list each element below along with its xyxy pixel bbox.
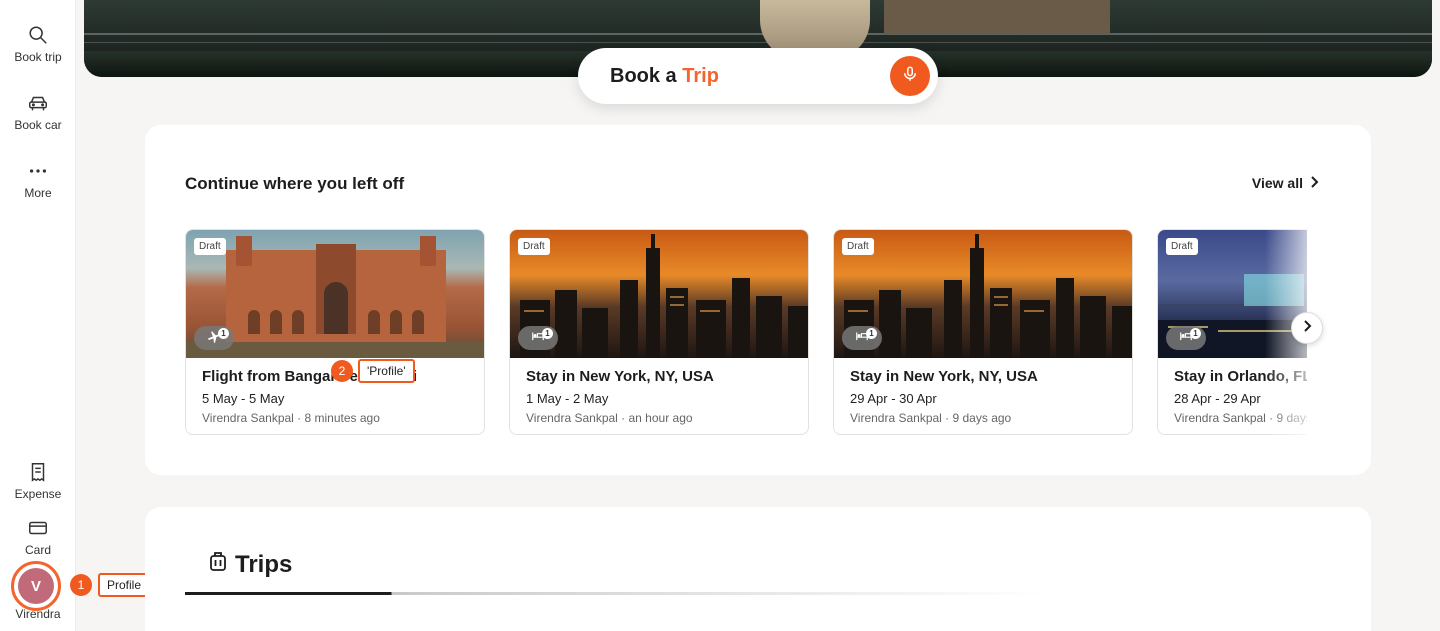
item-count: 1 [542, 328, 553, 339]
card-icon [27, 517, 49, 539]
sidebar: Book trip Book car More Expense Card V V… [0, 0, 76, 631]
sidebar-item-label: Book trip [14, 50, 62, 64]
sidebar-item-card[interactable]: Card [0, 517, 76, 557]
item-count: 1 [866, 328, 877, 339]
continue-panel: Continue where you left off View all Dra… [145, 125, 1371, 475]
carousel-next-button[interactable] [1291, 312, 1323, 344]
car-icon [27, 92, 49, 114]
trip-type-pill: 1 [1166, 326, 1206, 350]
sidebar-item-label: Expense [14, 487, 62, 501]
annotation-tooltip-1: Profile [98, 573, 151, 597]
draft-badge: Draft [842, 238, 874, 255]
more-icon [27, 160, 49, 182]
book-trip-bar[interactable]: Book a Trip [578, 48, 938, 104]
trips-title: Trips [235, 550, 293, 578]
search-icon [27, 24, 49, 46]
sidebar-item-book-trip[interactable]: Book trip [0, 24, 76, 64]
card-image: Draft 1 [510, 230, 808, 358]
card-meta: Virendra Sankpal · 9 days ago [850, 411, 1012, 425]
draft-card[interactable]: Draft 1 Stay in New York, NY, USA 1 May … [509, 229, 809, 435]
book-trip-label: Book a Trip [610, 65, 719, 88]
annotation-marker-1: 1 [70, 574, 92, 596]
view-all-label: View all [1251, 175, 1303, 191]
draft-card[interactable]: Draft 1 Stay in New York, NY, USA 29 Apr… [833, 229, 1133, 435]
card-meta: Virendra Sankpal · 8 minutes ago [202, 411, 380, 425]
card-dates: 28 Apr - 29 Apr [1174, 391, 1261, 406]
luggage-icon [209, 550, 227, 579]
trip-type-pill: 1 [194, 326, 234, 350]
draft-card[interactable]: Draft 1 Flight from Bangalore to Delhi 5… [185, 229, 485, 435]
card-dates: 29 Apr - 30 Apr [850, 391, 937, 406]
hero-railing [84, 33, 1432, 35]
draft-cards-carousel: Draft 1 Flight from Bangalore to Delhi 5… [185, 229, 1307, 439]
trips-panel: Trips [145, 507, 1371, 631]
item-count: 1 [1190, 328, 1201, 339]
trips-tab-indicator [185, 592, 1045, 595]
book-trip-prefix: Book a [610, 65, 677, 87]
card-title: Stay in New York, NY, USA [850, 368, 1038, 385]
card-dates: 1 May - 2 May [526, 391, 609, 406]
annotation-marker-2: 2 [331, 360, 353, 382]
draft-badge: Draft [194, 238, 226, 255]
card-meta: Virendra Sankpal · an hour ago [526, 411, 693, 425]
sidebar-item-label: Book car [14, 118, 62, 132]
trips-heading: Trips [209, 550, 292, 579]
view-all-link[interactable]: View all [1252, 175, 1319, 191]
sidebar-item-more[interactable]: More [0, 160, 76, 200]
chevron-right-icon [1309, 175, 1319, 191]
avatar: V [18, 568, 54, 604]
annotation-tooltip-2: 'Profile' [358, 359, 415, 383]
receipt-icon [27, 461, 49, 483]
microphone-button[interactable] [890, 56, 930, 96]
sidebar-item-book-car[interactable]: Book car [0, 92, 76, 132]
sidebar-item-label: More [24, 186, 52, 200]
sidebar-item-expense[interactable]: Expense [0, 461, 76, 501]
sidebar-item-label: Card [24, 543, 51, 557]
continue-title: Continue where you left off [185, 174, 405, 193]
draft-badge: Draft [1166, 238, 1198, 255]
item-count: 1 [218, 328, 229, 339]
card-image: Draft 1 [186, 230, 484, 358]
profile-name: Virendra [15, 607, 61, 621]
draft-badge: Draft [518, 238, 550, 255]
book-trip-highlight: Trip [682, 65, 719, 87]
card-dates: 5 May - 5 May [202, 391, 285, 406]
hero-booth [884, 0, 1110, 34]
card-title: Stay in New York, NY, USA [526, 368, 714, 385]
chevron-right-icon [1302, 319, 1312, 338]
trip-type-pill: 1 [842, 326, 882, 350]
card-image: Draft 1 [834, 230, 1132, 358]
profile-avatar-button[interactable]: V [11, 561, 61, 611]
hero-railing [84, 42, 1432, 43]
trip-type-pill: 1 [518, 326, 558, 350]
microphone-icon [901, 65, 919, 88]
